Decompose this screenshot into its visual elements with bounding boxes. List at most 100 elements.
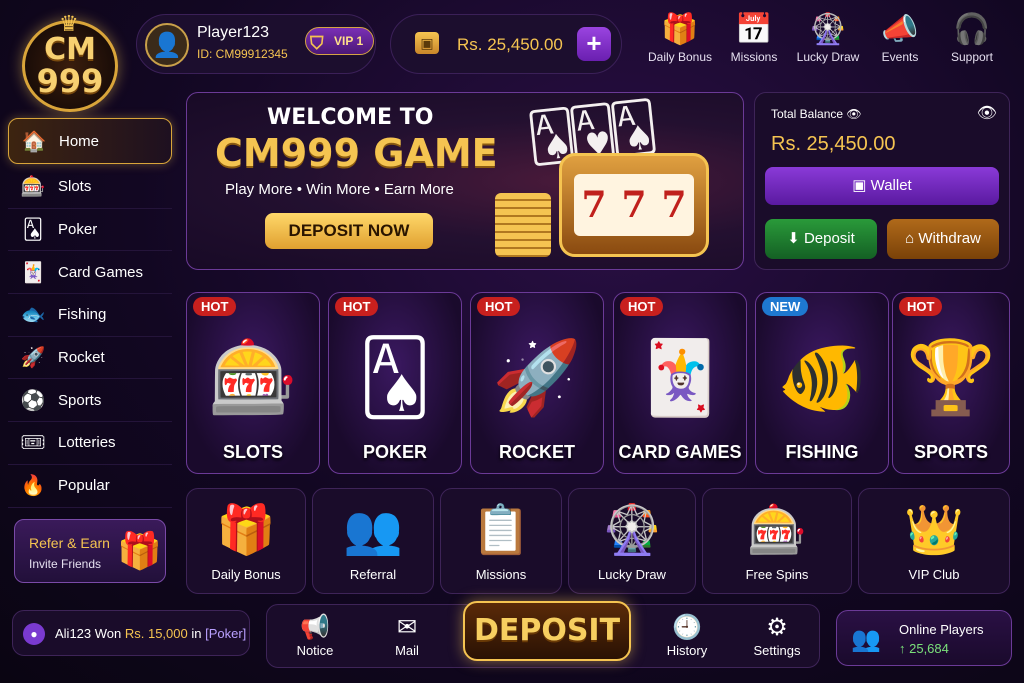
headset-icon: 🎧 bbox=[953, 13, 991, 46]
events-label: Events bbox=[881, 50, 919, 64]
game-tile-sports[interactable]: 🏆 HOT SPORTS bbox=[892, 292, 1010, 474]
notice-button[interactable]: 📢 Notice bbox=[279, 613, 351, 658]
mail-icon: ✉ bbox=[396, 614, 418, 641]
sidebar-item-home[interactable]: 🏠 Home bbox=[8, 118, 172, 164]
support-label: Support bbox=[950, 50, 994, 64]
deposit-main-button[interactable]: DEPOSIT bbox=[463, 601, 631, 661]
slot-symbol: 7 bbox=[661, 184, 687, 226]
lucky-draw-label: Lucky Draw bbox=[796, 50, 860, 64]
sidebar-item-slots[interactable]: 🎰 Slots bbox=[8, 166, 172, 209]
slot-icon: 🎰 bbox=[20, 176, 46, 199]
banner-tagline: Play More • Win More • Earn More bbox=[225, 181, 454, 198]
add-funds-button[interactable]: + bbox=[577, 27, 611, 61]
player-name: Player123 bbox=[197, 24, 270, 41]
clipboard-icon: 📋 bbox=[471, 504, 531, 557]
sidebar-item-label: Lotteries bbox=[58, 434, 116, 452]
trophy-icon: 🏆 bbox=[906, 338, 996, 418]
deposit-label: Deposit bbox=[803, 230, 855, 247]
feature-vip-club[interactable]: 👑 VIP Club bbox=[858, 488, 1010, 594]
feature-label: VIP Club bbox=[908, 567, 960, 582]
sidebar-item-poker[interactable]: 🂡 Poker bbox=[8, 209, 172, 252]
feature-label: Referral bbox=[349, 567, 397, 582]
refer-earn-card[interactable]: Refer & Earn Invite Friends 🎁 bbox=[14, 519, 166, 583]
deposit-button[interactable]: ⬇ Deposit bbox=[765, 219, 877, 259]
balance-panel: Total Balance 👁 👁 Rs. 25,450.00 ▣ Wallet… bbox=[754, 92, 1010, 270]
coins-icon bbox=[495, 193, 551, 257]
sidebar-item-label: Slots bbox=[58, 178, 92, 196]
hot-badge: HOT bbox=[193, 297, 237, 316]
fish-icon: 🐟 bbox=[20, 304, 46, 327]
game-name: ROCKET bbox=[499, 442, 575, 462]
logo-text-999: 999 bbox=[36, 62, 104, 100]
total-balance-label: Total Balance 👁 bbox=[771, 107, 862, 121]
sidebar-item-fishing[interactable]: 🐟 Fishing bbox=[8, 294, 172, 337]
game-tile-slots[interactable]: 🎰 HOT SLOTS bbox=[186, 292, 320, 474]
user-icon: 👤 bbox=[152, 31, 182, 59]
feature-label: Free Spins bbox=[745, 567, 809, 582]
wallet-icon: ▣ bbox=[415, 32, 439, 54]
history-icon: 🕘 bbox=[672, 614, 702, 641]
chat-icon: ● bbox=[23, 623, 45, 645]
daily-bonus-label: Daily Bonus bbox=[647, 50, 713, 64]
lucky-draw-button[interactable]: 🎡 Lucky Draw bbox=[790, 12, 866, 72]
wheel-icon: 🎡 bbox=[809, 13, 847, 46]
slot-machine-icon: 🎰 bbox=[747, 504, 807, 557]
eye-icon[interactable]: 👁 bbox=[846, 107, 861, 121]
sidebar-item-card-games[interactable]: 🃏 Card Games bbox=[8, 251, 172, 295]
sidebar-item-label: Fishing bbox=[58, 306, 107, 324]
missions-button[interactable]: 📅 Missions bbox=[716, 12, 792, 72]
banner-title: CM999 GAME bbox=[215, 131, 498, 175]
player-id: ID: CM99912345 bbox=[197, 47, 288, 61]
welcome-banner: WELCOME TO CM999 GAME Play More • Win Mo… bbox=[186, 92, 744, 270]
game-tile-fishing[interactable]: 🐠 NEW FISHING bbox=[755, 292, 889, 474]
top-balance-amount: Rs. 25,450.00 bbox=[457, 35, 563, 54]
cm999-logo[interactable]: ♛ CM 999 bbox=[22, 11, 118, 112]
eye-icon[interactable]: 👁 bbox=[977, 103, 997, 123]
sidebar-item-label: Popular bbox=[58, 477, 110, 495]
refer-subtitle: Invite Friends bbox=[29, 557, 102, 571]
feature-daily-bonus[interactable]: 🎁 Daily Bonus bbox=[186, 488, 306, 594]
win-ticker: ● Ali123 Won Rs. 15,000 in [Poker] bbox=[12, 610, 250, 656]
shield-icon: ⛉ bbox=[310, 33, 324, 53]
game-tile-poker[interactable]: 🂡 HOT POKER bbox=[328, 292, 462, 474]
slot-machine-icon: 🎰 bbox=[208, 338, 298, 418]
total-balance-text: Total Balance bbox=[771, 107, 844, 121]
megaphone-icon: 📢 bbox=[300, 614, 330, 641]
feature-lucky-draw[interactable]: 🎡 Lucky Draw bbox=[568, 488, 696, 594]
feature-free-spins[interactable]: 🎰 Free Spins bbox=[702, 488, 852, 594]
wallet-button[interactable]: ▣ Wallet bbox=[765, 167, 999, 205]
sidebar-item-popular[interactable]: 🔥 Popular bbox=[8, 465, 172, 508]
game-tile-card-games[interactable]: 🃏 HOT CARD GAMES bbox=[613, 292, 747, 474]
poker-chips-icon: 🂡 bbox=[358, 338, 432, 418]
player-profile[interactable]: 👤 Player123 ID: CM99912345 ⛉ VIP 1 bbox=[136, 14, 376, 74]
calendar-check-icon: 📅 bbox=[735, 13, 773, 46]
events-button[interactable]: 📣 Events bbox=[862, 12, 938, 72]
deposit-now-button[interactable]: DEPOSIT NOW bbox=[265, 213, 433, 249]
avatar[interactable]: 👤 bbox=[145, 23, 189, 67]
sidebar-item-sports[interactable]: ⚽ Sports bbox=[8, 379, 172, 423]
hot-badge: HOT bbox=[335, 297, 379, 316]
mail-button[interactable]: ✉ Mail bbox=[371, 613, 443, 658]
support-button[interactable]: 🎧 Support bbox=[934, 12, 1010, 72]
sidebar-item-rocket[interactable]: 🚀 Rocket bbox=[8, 337, 172, 380]
daily-bonus-button[interactable]: 🎁 Daily Bonus bbox=[642, 12, 718, 72]
users-icon: 👥 bbox=[851, 626, 881, 653]
sidebar-item-label: Rocket bbox=[58, 349, 105, 367]
sidebar-item-lotteries[interactable]: 🎟 Lotteries bbox=[8, 422, 172, 465]
game-tile-rocket[interactable]: 🚀 HOT ROCKET bbox=[470, 292, 604, 474]
game-name: SLOTS bbox=[222, 442, 283, 462]
history-button[interactable]: 🕘 History bbox=[651, 613, 723, 658]
fire-icon: 🔥 bbox=[20, 475, 46, 498]
crown-icon: ♛ bbox=[59, 11, 79, 36]
playing-cards-icon: 🃏 bbox=[635, 338, 725, 418]
rocket-icon: 🚀 bbox=[492, 338, 582, 418]
settings-button[interactable]: ⚙ Settings bbox=[741, 613, 813, 658]
feature-referral[interactable]: 👥 Referral bbox=[312, 488, 434, 594]
history-label: History bbox=[666, 643, 708, 658]
online-players-label: Online Players bbox=[899, 622, 984, 637]
withdraw-button[interactable]: ⌂ Withdraw bbox=[887, 219, 999, 259]
vip-badge[interactable]: ⛉ VIP 1 bbox=[305, 27, 375, 55]
hot-badge: HOT bbox=[477, 297, 521, 316]
feature-missions[interactable]: 📋 Missions bbox=[440, 488, 562, 594]
wallet-label: Wallet bbox=[870, 177, 912, 194]
